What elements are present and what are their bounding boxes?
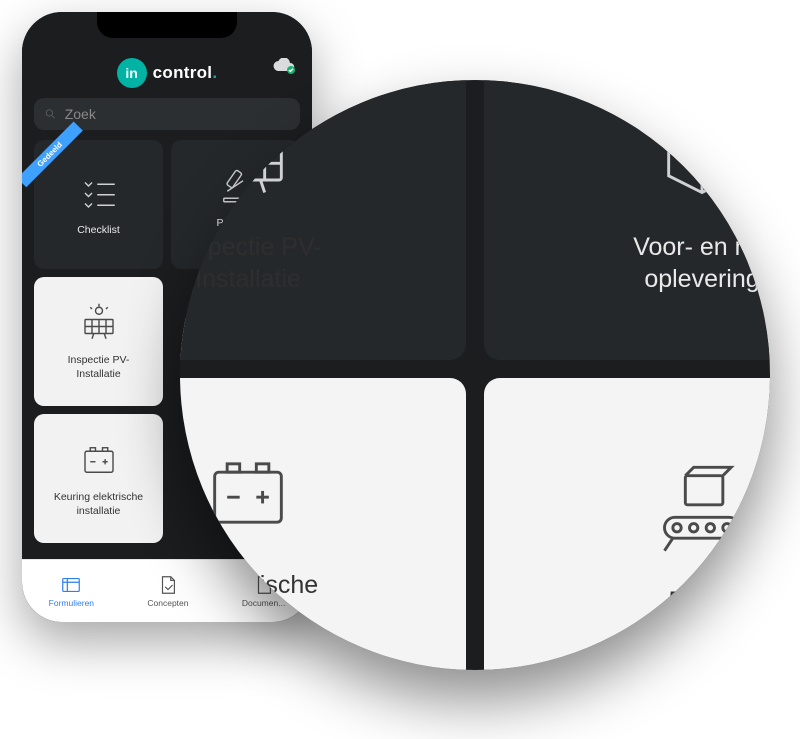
forms-icon — [60, 574, 82, 596]
mag-tile-keuring[interactable]: g elektrische llatie — [180, 378, 466, 670]
tile-inspectie-pv[interactable]: Inspectie PV- Installatie — [34, 277, 163, 406]
tile-label: Checklist — [71, 224, 126, 237]
solar-panel-icon — [78, 302, 120, 344]
tile-keuring[interactable]: Keuring elektrische installatie — [34, 414, 163, 543]
checklist-icon — [78, 172, 120, 214]
logo-mark: in — [117, 58, 147, 88]
search-icon — [44, 107, 57, 121]
battery-icon — [78, 439, 120, 481]
magnifier-lens: Inspectie PV- Installatie Voor- en na- o… — [180, 80, 770, 670]
mag-tile-audit[interactable]: 5S Au — [484, 378, 770, 670]
shared-ribbon: Gedeeld — [22, 122, 83, 187]
box-icon — [652, 105, 752, 205]
mag-tile-inspectie[interactable]: Inspectie PV- Installatie — [180, 80, 466, 360]
conveyor-icon — [652, 459, 752, 559]
solar-panel-icon — [198, 105, 298, 205]
mag-label: 5S Au — [639, 585, 766, 618]
tab-formulieren[interactable]: Formulieren — [49, 574, 94, 608]
mag-label: g elektrische llatie — [180, 569, 348, 634]
tab-label: Formulieren — [49, 598, 94, 608]
tile-label: Inspectie PV- Installatie — [62, 354, 136, 380]
mag-tile-voorna[interactable]: Voor- en na- oplevering — [484, 80, 770, 360]
draft-icon — [157, 574, 179, 596]
tile-checklist[interactable]: Gedeeld Checklist — [34, 140, 163, 269]
mag-label: Voor- en na- oplevering — [603, 231, 770, 296]
notch — [97, 12, 237, 38]
mag-label: Inspectie PV- Installatie — [180, 231, 352, 296]
cloud-sync-icon[interactable] — [272, 58, 296, 76]
battery-icon — [198, 443, 298, 543]
tile-label: Keuring elektrische installatie — [48, 491, 149, 517]
